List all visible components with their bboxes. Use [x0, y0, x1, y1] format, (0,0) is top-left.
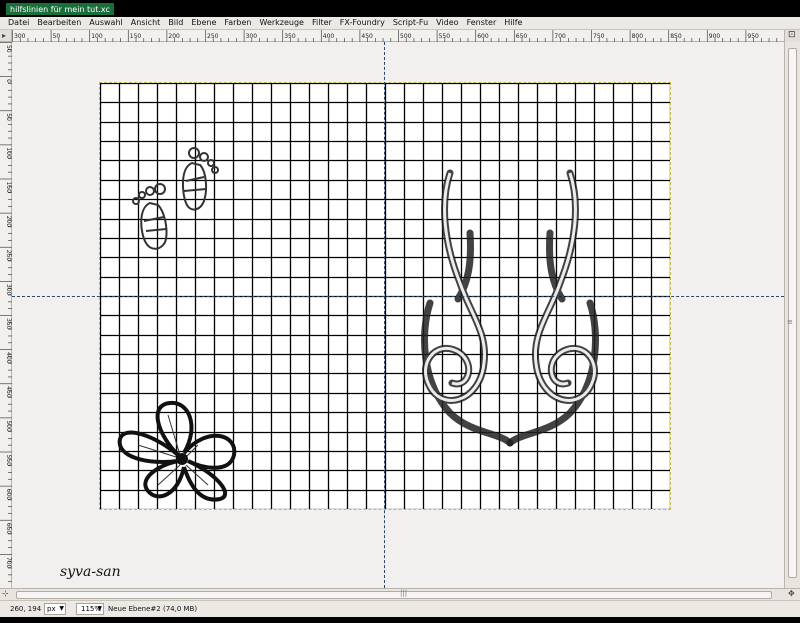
window-titlebar: hilfslinien für mein tut.xc	[0, 0, 800, 17]
menu-fenster[interactable]: Fenster	[467, 17, 497, 29]
menu-werkzeuge[interactable]: Werkzeuge	[260, 17, 304, 29]
ruler-label: 200	[168, 33, 180, 40]
ruler-label: 700	[554, 33, 566, 40]
ruler-label: 550	[5, 455, 12, 467]
ruler-label: 300	[14, 33, 26, 40]
ruler-label: 500	[400, 33, 412, 40]
horizontal-scroll-thumb[interactable]	[16, 591, 772, 599]
menu-hilfe[interactable]: Hilfe	[504, 17, 522, 29]
menu-video[interactable]: Video	[436, 17, 458, 29]
vertical-guide-line[interactable]	[384, 42, 385, 588]
ruler-label: 150	[5, 182, 12, 194]
menu-fx-foundry[interactable]: FX-Foundry	[340, 17, 385, 29]
ruler-label: 250	[207, 33, 219, 40]
ruler-label: 100	[5, 147, 12, 159]
ruler-label: 950	[747, 33, 759, 40]
unit-value: px	[47, 605, 56, 613]
vertical-ruler-bar[interactable]: 50 0 50 100 150 200 250 300 350 400 450 500 550 600 65…	[0, 42, 12, 588]
window-title: hilfslinien für mein tut.xc	[6, 3, 114, 15]
layer-info: Neue Ebene#2 (74,0 MB)	[108, 605, 198, 613]
zoom-select[interactable]: 115% ▼	[76, 603, 104, 615]
ruler-label: 50	[5, 113, 12, 121]
menu-bild[interactable]: Bild	[168, 17, 183, 29]
menu-farben[interactable]: Farben	[224, 17, 251, 29]
ruler-label: 150	[130, 33, 142, 40]
ruler-label: 650	[516, 33, 528, 40]
ruler-label: 200	[5, 216, 12, 228]
footprints-drawing	[132, 147, 219, 250]
ruler-label: 600	[477, 33, 489, 40]
zoom-toggle-icon[interactable]: ⊡	[784, 30, 800, 42]
ruler-label: 350	[5, 318, 12, 330]
ruler-label: 550	[439, 33, 451, 40]
ruler-label: 600	[5, 489, 12, 501]
ruler-label: 50	[53, 33, 61, 40]
horizontal-guide-line[interactable]	[12, 296, 784, 297]
ruler-label: 650	[5, 523, 12, 535]
unit-select[interactable]: px ▼	[44, 603, 66, 615]
chevron-down-icon: ▼	[59, 605, 64, 612]
ruler-label: 400	[323, 33, 335, 40]
ruler-label: 700	[5, 557, 12, 569]
ruler-label: 850	[670, 33, 682, 40]
ruler-label: 450	[5, 386, 12, 398]
ruler-label: 900	[709, 33, 721, 40]
menu-auswahl[interactable]: Auswahl	[89, 17, 122, 29]
ruler-label: 750	[593, 33, 605, 40]
flower-drawing	[117, 400, 237, 502]
tribal-swirl-right	[506, 169, 599, 447]
menu-ebene[interactable]: Ebene	[191, 17, 216, 29]
ruler-label: 250	[5, 250, 12, 262]
ruler-label: 0	[5, 79, 12, 83]
horizontal-scrollbar[interactable]: ⊹ ||| ✥	[0, 588, 800, 600]
window-bottom-edge	[0, 617, 800, 623]
menu-script-fu[interactable]: Script-Fu	[393, 17, 428, 29]
ruler-label: 100	[91, 33, 103, 40]
menu-datei[interactable]: Datei	[8, 17, 29, 29]
navigate-icon[interactable]: ⊹	[2, 589, 9, 598]
signature-text: syva-san	[60, 564, 121, 580]
navigate-icon[interactable]: ✥	[788, 589, 795, 598]
ruler-label: 300	[246, 33, 258, 40]
menu-bearbeiten[interactable]: Bearbeiten	[37, 17, 81, 29]
ruler-label: 500	[5, 420, 12, 432]
canvas-area[interactable]: syva-san	[12, 42, 784, 588]
ruler-label: 300	[5, 284, 12, 296]
statusbar: 260, 194 px ▼ 115% ▼ Neue Ebene#2 (74,0 …	[0, 600, 800, 617]
vertical-scroll-thumb[interactable]	[788, 48, 797, 578]
horizontal-ruler[interactable]: 300 50 100 150 200 250 300 350 400 450 500 550 600 65…	[12, 30, 784, 42]
ruler-label: 450	[361, 33, 373, 40]
menubar: Datei Bearbeiten Auswahl Ansicht Bild Eb…	[0, 17, 800, 30]
menu-filter[interactable]: Filter	[312, 17, 332, 29]
menu-ansicht[interactable]: Ansicht	[131, 17, 161, 29]
vertical-scrollbar[interactable]: ≡	[784, 42, 800, 588]
ruler-label: 50	[5, 45, 12, 53]
chevron-down-icon: ▼	[97, 605, 102, 612]
cursor-coordinates: 260, 194	[10, 605, 42, 613]
ruler-label: 800	[632, 33, 644, 40]
ruler-label: 400	[5, 352, 12, 364]
ruler-label: 350	[284, 33, 296, 40]
quick-mask-arrow-icon[interactable]: ▸	[0, 30, 12, 42]
vertical-ruler[interactable]: 5005010015020025030035040045050055060065…	[0, 42, 12, 588]
